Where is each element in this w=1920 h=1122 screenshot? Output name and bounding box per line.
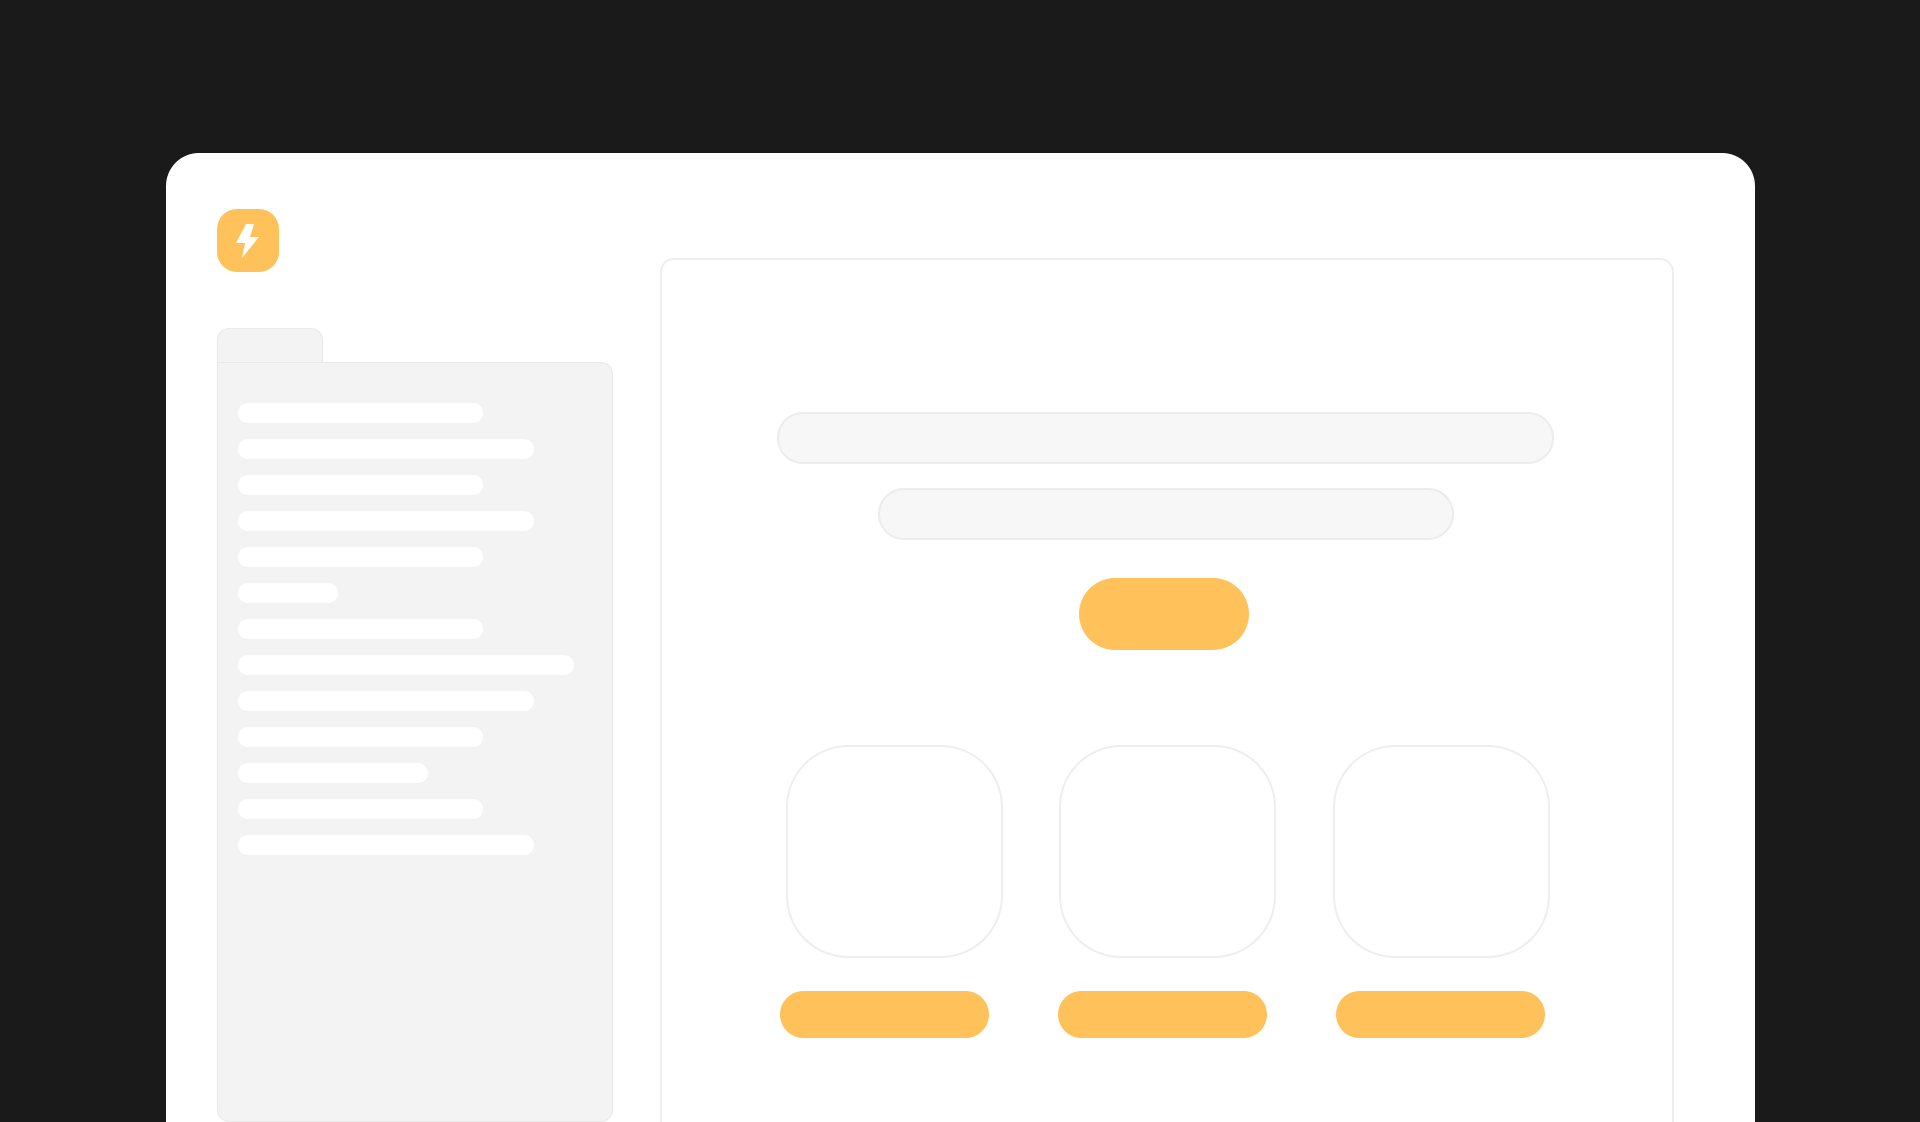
sidebar-item[interactable] xyxy=(238,511,534,531)
sidebar-item[interactable] xyxy=(238,763,428,783)
card-image-placeholder xyxy=(1333,745,1550,958)
sidebar-item[interactable] xyxy=(238,691,534,711)
lightning-bolt-icon xyxy=(236,223,259,258)
card-image-placeholder xyxy=(1059,745,1276,958)
sidebar-item[interactable] xyxy=(238,655,574,675)
sidebar-list xyxy=(238,403,574,871)
app-logo[interactable] xyxy=(217,209,279,272)
sidebar-item[interactable] xyxy=(238,403,483,423)
main-preview-panel xyxy=(660,258,1674,1122)
hero-heading-placeholder xyxy=(777,412,1554,464)
sidebar-item[interactable] xyxy=(238,583,338,603)
card-image-placeholder xyxy=(786,745,1003,958)
sidebar-item[interactable] xyxy=(238,547,483,567)
sidebar-item[interactable] xyxy=(238,727,483,747)
card-button[interactable] xyxy=(1336,991,1545,1038)
sidebar xyxy=(217,362,613,1122)
hero-subheading-placeholder xyxy=(878,488,1454,540)
sidebar-item[interactable] xyxy=(238,619,483,639)
sidebar-item[interactable] xyxy=(238,439,534,459)
card-button[interactable] xyxy=(1058,991,1267,1038)
sidebar-item[interactable] xyxy=(238,835,534,855)
card-button[interactable] xyxy=(780,991,989,1038)
app-window xyxy=(166,153,1755,1122)
sidebar-item[interactable] xyxy=(238,799,483,819)
cta-button[interactable] xyxy=(1079,578,1249,650)
sidebar-item[interactable] xyxy=(238,475,483,495)
